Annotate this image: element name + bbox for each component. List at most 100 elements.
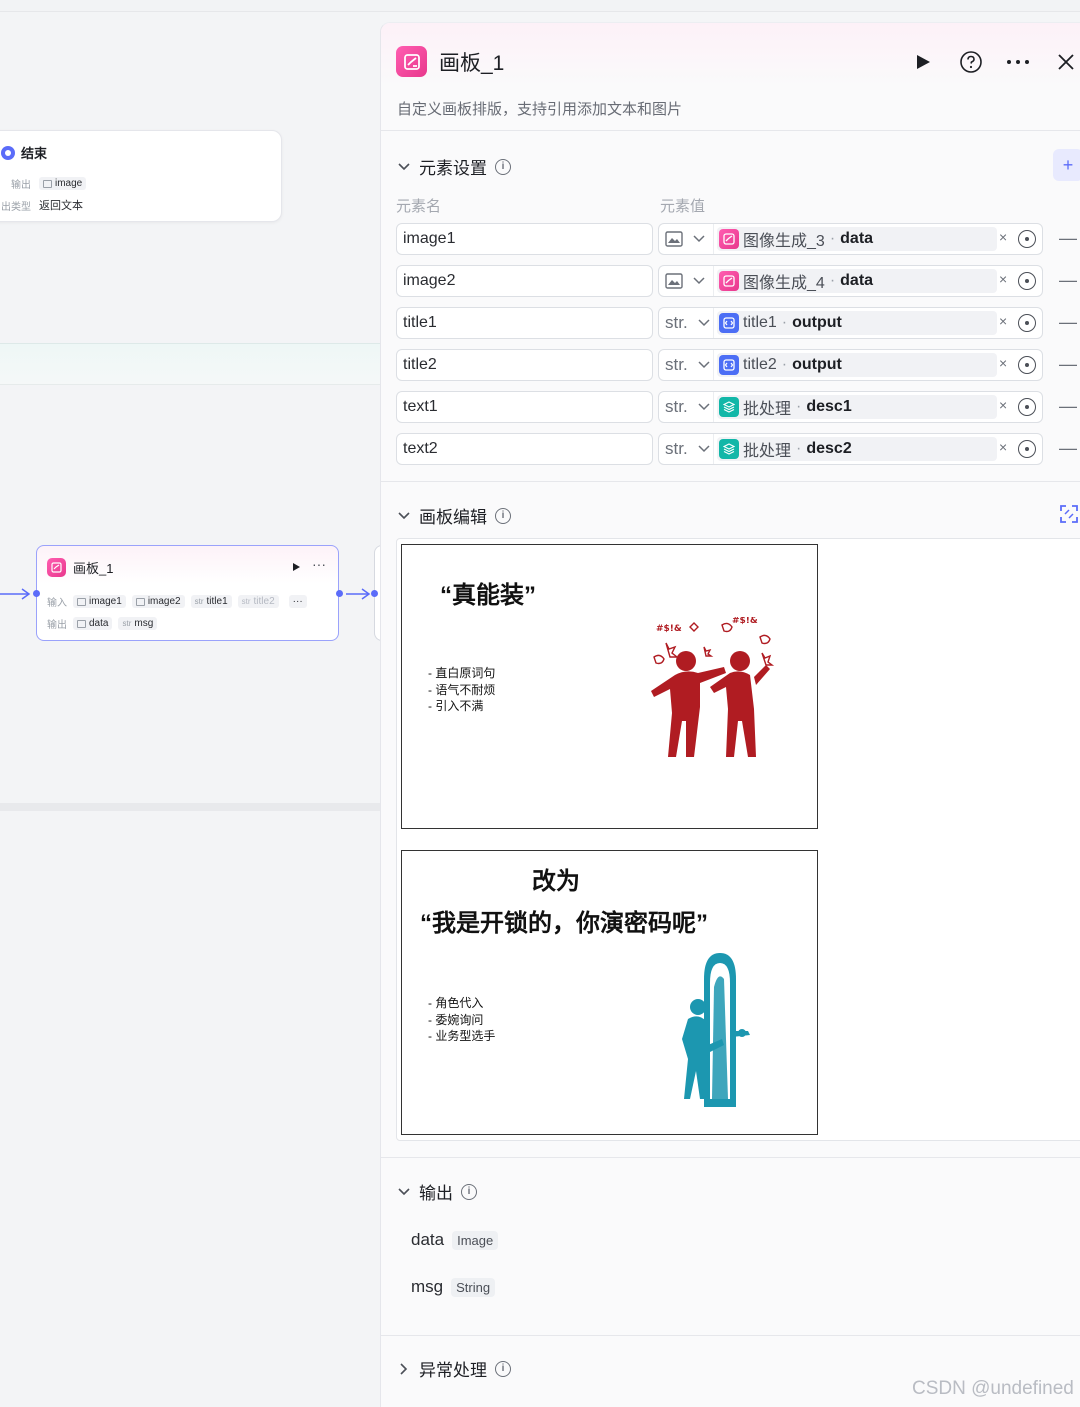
element-name-input[interactable]: text1: [396, 391, 653, 423]
element-value-field[interactable]: 图像生成_4 · data ×: [658, 265, 1043, 297]
target-icon[interactable]: [1018, 314, 1036, 332]
target-icon[interactable]: [1018, 272, 1036, 290]
image-gen-node-icon: [719, 229, 739, 249]
output-tag-msg: str msg: [118, 617, 158, 630]
door-opening-illustration[interactable]: [674, 949, 764, 1109]
run-button[interactable]: [908, 47, 938, 77]
help-button[interactable]: [956, 47, 986, 77]
slide-1-bullets[interactable]: - 直白原词句 - 语气不耐烦 - 引入不满: [428, 665, 495, 715]
slide-2-bullets[interactable]: - 角色代入 - 委婉询问 - 业务型选手: [428, 995, 495, 1045]
panel-title[interactable]: 画板_1: [439, 47, 504, 77]
element-name-input[interactable]: image1: [396, 223, 653, 255]
svg-text:#$!&: #$!&: [732, 617, 758, 626]
clear-icon[interactable]: ×: [999, 229, 1007, 245]
reference-chip[interactable]: 批处理 · desc2: [717, 437, 997, 461]
reference-chip[interactable]: title2 · output: [717, 353, 997, 377]
image-type-icon: [665, 273, 683, 289]
element-value-field[interactable]: str. title1 · output ×: [658, 307, 1043, 339]
info-icon[interactable]: i: [495, 507, 511, 524]
element-value-field[interactable]: str. 批处理 · desc1 ×: [658, 391, 1043, 423]
clear-icon[interactable]: ×: [999, 271, 1007, 287]
element-value-field[interactable]: str. 批处理 · desc2 ×: [658, 433, 1043, 465]
element-name-input[interactable]: image2: [396, 265, 653, 297]
slide-2[interactable]: 改为 “我是开锁的，你演密码呢” - 角色代入 - 委婉询问 - 业务型选手: [401, 850, 818, 1135]
remove-element-button[interactable]: —: [1059, 354, 1077, 375]
board-node-more-icon[interactable]: ···: [312, 556, 326, 572]
element-name-input[interactable]: title1: [396, 307, 653, 339]
target-icon[interactable]: [1018, 356, 1036, 374]
separator-dot: ·: [796, 398, 802, 415]
target-icon[interactable]: [1018, 398, 1036, 416]
element-name-input[interactable]: title2: [396, 349, 653, 381]
type-select[interactable]: str.: [659, 434, 714, 464]
chevron-down-icon: [698, 403, 710, 411]
board-node-input-label: 输入: [47, 598, 67, 609]
board-icon: [47, 558, 66, 577]
type-select[interactable]: str.: [659, 308, 714, 338]
slide-2-title-top[interactable]: 改为: [532, 861, 580, 896]
panel-title-row: 画板_1: [396, 46, 504, 77]
run-node-icon[interactable]: [291, 562, 301, 572]
type-select[interactable]: [659, 266, 714, 296]
add-element-button[interactable]: +: [1053, 149, 1080, 181]
clear-icon[interactable]: ×: [999, 397, 1007, 413]
panel-header: 画板_1 自定义画板排版，支持引用添加文本和图片: [381, 23, 1080, 131]
element-name-input[interactable]: text2: [396, 433, 653, 465]
board-section-header[interactable]: 画板编辑 i: [397, 503, 511, 528]
str-type-label: str.: [665, 397, 688, 416]
separator-dot: ·: [829, 272, 836, 289]
slide-1[interactable]: “真能装” - 直白原词句 - 语气不耐烦 - 引入不满 #$!& #$!&: [401, 544, 818, 829]
clear-icon[interactable]: ×: [999, 439, 1007, 455]
element-row: image1 图像生成_3 · data × —: [396, 223, 1080, 255]
output-port[interactable]: [336, 590, 343, 597]
target-icon[interactable]: [1018, 440, 1036, 458]
remove-element-button[interactable]: —: [1059, 228, 1077, 249]
remove-element-button[interactable]: —: [1059, 396, 1077, 417]
remove-element-button[interactable]: —: [1059, 270, 1077, 291]
output-section-header[interactable]: 输出 i: [397, 1179, 477, 1204]
fullscreen-icon[interactable]: [1060, 505, 1078, 523]
clear-icon[interactable]: ×: [999, 355, 1007, 371]
more-button[interactable]: [1003, 47, 1033, 77]
svg-text:#$!&: #$!&: [656, 624, 682, 634]
reference-source: 图像生成_3: [743, 233, 825, 250]
info-icon[interactable]: i: [461, 1183, 477, 1200]
board-editor-canvas[interactable]: “真能装” - 直白原词句 - 语气不耐烦 - 引入不满 #$!& #$!& 改…: [396, 538, 1080, 1141]
target-icon[interactable]: [1018, 230, 1036, 248]
board-node-output-row: 输出 data str msg: [47, 616, 158, 631]
slide-1-title[interactable]: “真能装”: [440, 575, 536, 610]
info-icon[interactable]: i: [495, 158, 511, 175]
type-select[interactable]: [659, 224, 714, 254]
element-value-field[interactable]: 图像生成_3 · data ×: [658, 223, 1043, 255]
exception-section-header[interactable]: 异常处理 i: [397, 1356, 511, 1381]
reference-field: output: [792, 356, 842, 373]
clear-icon[interactable]: ×: [999, 313, 1007, 329]
input-more-tag[interactable]: ···: [288, 595, 307, 608]
slide-2-title[interactable]: “我是开锁的，你演密码呢”: [420, 903, 708, 938]
remove-element-button[interactable]: —: [1059, 438, 1077, 459]
end-node-type-row: 出类型 返回文本: [1, 197, 83, 213]
reference-source: 批处理: [743, 401, 792, 418]
next-input-port[interactable]: [371, 590, 378, 597]
elements-section-header[interactable]: 元素设置 i: [397, 154, 511, 179]
element-value-field[interactable]: str. title2 · output ×: [658, 349, 1043, 381]
end-node-icon: [1, 145, 15, 160]
close-button[interactable]: [1051, 47, 1080, 77]
board-node-output-label: 输出: [47, 620, 67, 631]
arguing-figures-illustration[interactable]: #$!& #$!&: [642, 617, 782, 767]
image-gen-node-icon: [719, 271, 739, 291]
reference-chip[interactable]: 图像生成_4 · data: [717, 269, 997, 293]
board-node[interactable]: 画板_1 ··· 输入 image1 image2 str title1 str t…: [36, 545, 339, 641]
info-icon[interactable]: i: [495, 1360, 511, 1377]
reference-chip[interactable]: 图像生成_3 · data: [717, 227, 997, 251]
image-icon: [77, 619, 86, 628]
output-tag-data: data: [73, 617, 113, 630]
input-port[interactable]: [33, 590, 40, 597]
reference-chip[interactable]: 批处理 · desc1: [717, 395, 997, 419]
watermark: CSDN @undefined: [912, 1378, 1074, 1399]
type-select[interactable]: str.: [659, 392, 714, 422]
remove-element-button[interactable]: —: [1059, 312, 1077, 333]
end-node[interactable]: 结束 输出 image 出类型 返回文本: [0, 130, 282, 222]
reference-chip[interactable]: title1 · output: [717, 311, 997, 335]
type-select[interactable]: str.: [659, 350, 714, 380]
